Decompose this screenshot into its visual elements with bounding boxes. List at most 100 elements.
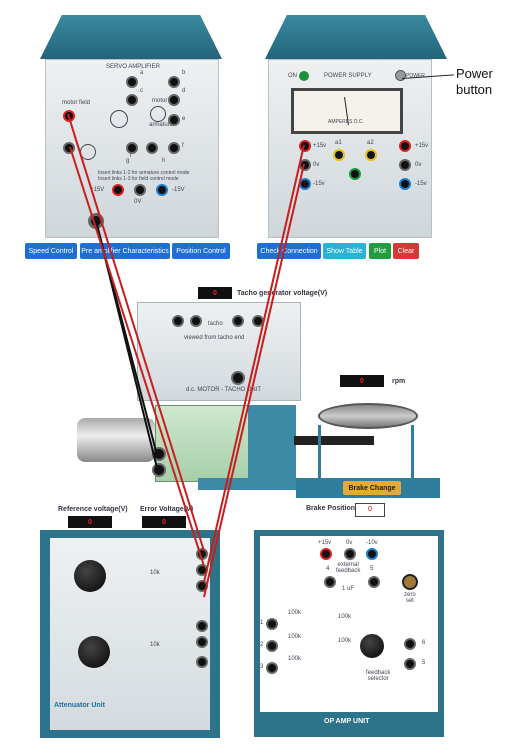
att-jack-5[interactable] xyxy=(196,636,208,648)
rf1-label: 100k xyxy=(338,614,352,620)
pin-g-label: g xyxy=(126,158,130,164)
opamp-out-jack-5[interactable] xyxy=(404,658,416,670)
ps-jack-0v-right[interactable] xyxy=(399,159,411,171)
feedback-selector-knob[interactable] xyxy=(360,634,384,658)
motor-tacho-unit-label: d.c. MOTOR - TACHO UNIT xyxy=(186,387,262,393)
ps-jack-plus15v-right[interactable] xyxy=(399,140,411,152)
ps-0v-label: 0v xyxy=(313,162,320,168)
servo-jack-0v[interactable] xyxy=(134,184,146,196)
servo-0v-label: 0V xyxy=(134,199,142,205)
speed-control-button[interactable]: Speed Control xyxy=(25,243,77,259)
motor-field-label: motor field xyxy=(62,100,91,106)
feedback-selector-label: feedback selector xyxy=(366,670,391,682)
opamp-jack-plus15v[interactable] xyxy=(320,548,332,560)
opamp-jack-4[interactable] xyxy=(324,576,336,588)
check-connection-button[interactable]: Check Connection xyxy=(257,243,321,259)
r3-label: 100k xyxy=(288,656,302,662)
ps-jack-minus15v[interactable] xyxy=(299,178,311,190)
servo-jack-h[interactable] xyxy=(146,142,158,154)
error-voltage-label: Error Voltage(V) xyxy=(140,506,194,513)
ps-jack-a1[interactable] xyxy=(333,149,345,161)
att-jack-2[interactable] xyxy=(196,564,208,576)
reference-voltage-display: 0 xyxy=(68,516,112,528)
ps-jack-ground[interactable] xyxy=(349,168,361,180)
motor-common-jack[interactable] xyxy=(231,371,245,385)
motor-base xyxy=(198,478,296,490)
opamp-jack-minus15v[interactable] xyxy=(366,548,378,560)
power-supply-hood xyxy=(265,15,447,59)
opamp-in-jack-2[interactable] xyxy=(266,640,278,652)
reference-knob-2[interactable] xyxy=(78,636,110,668)
reference-knob-1[interactable] xyxy=(74,560,106,592)
power-supply-panel: ON POWER SUPPLY POWER AMPERES D.C. +15v … xyxy=(268,59,432,238)
servo-jack-d[interactable] xyxy=(168,94,180,106)
transistor-symbol-icon xyxy=(80,144,96,160)
power-button-callout: Power button xyxy=(456,66,493,97)
cap-label: 1 uF xyxy=(342,586,355,592)
servo-jack-motor-field-2[interactable] xyxy=(63,142,75,154)
opamp-out-jack-6[interactable] xyxy=(404,638,416,650)
servo-plus15v-label: +15V xyxy=(90,187,105,193)
tacho-jack-2[interactable] xyxy=(190,315,202,327)
ps-jack-a2[interactable] xyxy=(365,149,377,161)
motor-end-cap xyxy=(248,405,296,483)
servo-output-jack[interactable] xyxy=(88,213,104,229)
ammeter: AMPERES D.C. xyxy=(291,88,403,134)
tacho-voltage-label: Tacho generator voltage(V) xyxy=(237,290,328,297)
tacho-jack-1[interactable] xyxy=(172,315,184,327)
power-button[interactable] xyxy=(395,70,406,81)
opamp-in-jack-1[interactable] xyxy=(266,618,278,630)
tacho-jack-4[interactable] xyxy=(252,315,264,327)
ps-0v-right-label: 0v xyxy=(415,162,422,168)
opamp-in-jack-3[interactable] xyxy=(266,662,278,674)
servo-jack-e[interactable] xyxy=(168,114,180,126)
attenuator-unit: 10k 10k Attenuator Unit xyxy=(40,530,220,738)
power-led-icon xyxy=(299,71,309,81)
motor-jack-1[interactable] xyxy=(152,447,166,461)
opamp-n4-label: 4 xyxy=(326,566,330,572)
servo-jack-motor-field-1[interactable] xyxy=(63,110,75,122)
error-voltage-display: 0 xyxy=(142,516,186,528)
tacho-text: tacho xyxy=(208,321,223,327)
servo-jack-a[interactable] xyxy=(126,76,138,88)
servo-jack-b[interactable] xyxy=(168,76,180,88)
tacho-jack-3[interactable] xyxy=(232,315,244,327)
pin-e-label: e xyxy=(182,116,186,122)
pre-amplifier-button[interactable]: Pre amplifier Characteristics xyxy=(80,243,170,259)
motor-tacho-unit: tacho viewed from tacho end d.c. MOTOR -… xyxy=(137,302,301,401)
servo-amplifier-panel: SERVO AMPLIFIER motor field motor armatu… xyxy=(45,59,219,238)
in1-label: 1 xyxy=(260,620,264,626)
plot-button[interactable]: Plot xyxy=(369,243,391,259)
opamp-0v-label: 0v xyxy=(346,540,353,546)
ps-jack-minus15v-right[interactable] xyxy=(399,178,411,190)
att-jack-3[interactable] xyxy=(196,580,208,592)
servo-jack-minus15v[interactable] xyxy=(156,184,168,196)
power-on-label: ON xyxy=(288,73,297,79)
rpm-label: rpm xyxy=(392,378,406,385)
att-jack-1[interactable] xyxy=(196,548,208,560)
motor-jack-2[interactable] xyxy=(152,463,166,477)
ps-plus15v-label: +15v xyxy=(313,143,327,149)
pin-h-label: h xyxy=(162,158,166,164)
servo-jack-plus15v[interactable] xyxy=(112,184,124,196)
ps-jack-0v[interactable] xyxy=(299,159,311,171)
zero-set-knob[interactable] xyxy=(402,574,418,590)
att-jack-4[interactable] xyxy=(196,620,208,632)
brake-change-button[interactable]: Brake Change xyxy=(343,481,401,495)
clear-button[interactable]: Clear xyxy=(393,243,419,259)
opamp-jack-5[interactable] xyxy=(368,576,380,588)
att-jack-6[interactable] xyxy=(196,656,208,668)
power-supply-title: POWER SUPPLY xyxy=(324,73,372,79)
external-feedback-label: external feedback xyxy=(336,562,361,574)
motor-cylinder xyxy=(77,418,155,462)
pot1-label: 10k xyxy=(150,570,160,576)
position-control-button[interactable]: Position Control xyxy=(172,243,230,259)
show-table-button[interactable]: Show Table xyxy=(323,243,366,259)
ps-jack-plus15v[interactable] xyxy=(299,140,311,152)
servo-jack-c[interactable] xyxy=(126,94,138,106)
servo-jack-f[interactable] xyxy=(168,142,180,154)
servo-jack-g[interactable] xyxy=(126,142,138,154)
opamp-plus15v-label: +15v xyxy=(318,540,332,546)
opamp-jack-0v[interactable] xyxy=(344,548,356,560)
ps-minus15v-right-label: -15v xyxy=(415,181,427,187)
